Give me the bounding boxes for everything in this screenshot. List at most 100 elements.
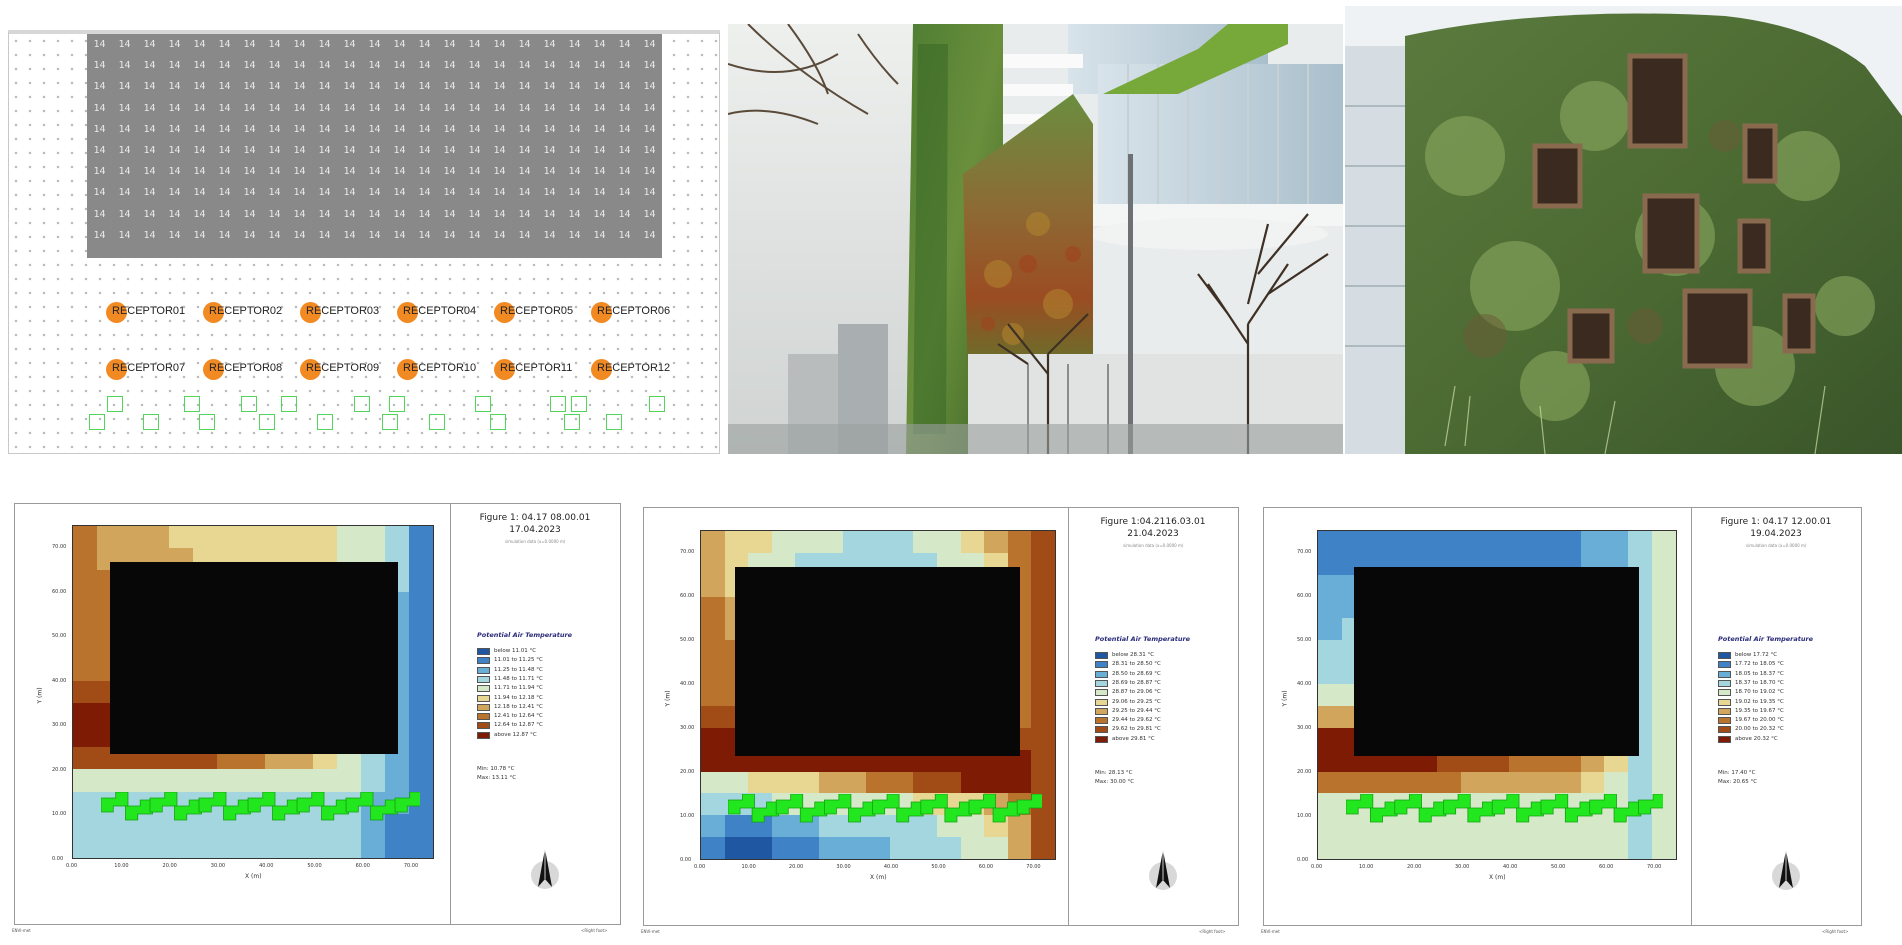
tree-cell bbox=[370, 799, 398, 821]
map-cell bbox=[145, 769, 169, 792]
tree-cell bbox=[776, 794, 804, 815]
tree-cell bbox=[1589, 794, 1617, 815]
building-cell-value: 14 bbox=[243, 166, 256, 178]
legend-swatch bbox=[1718, 689, 1731, 697]
legend-swatch bbox=[1718, 670, 1731, 678]
legend-item: below 11.01 °C bbox=[477, 648, 536, 656]
map-cell bbox=[1652, 727, 1676, 750]
building-cell-value: 14 bbox=[568, 166, 581, 178]
legend-label: 29.25 to 29.44 °C bbox=[1112, 707, 1161, 714]
tree-marker bbox=[199, 414, 215, 430]
map-cell bbox=[361, 526, 385, 549]
building-cell-value: 14 bbox=[268, 123, 281, 135]
map-cell bbox=[937, 837, 961, 859]
legend-label: 19.67 to 20.00 °C bbox=[1735, 717, 1784, 724]
map-cell bbox=[1580, 837, 1605, 859]
tree-marker bbox=[107, 396, 123, 412]
building-cell-value: 14 bbox=[118, 102, 131, 114]
legend-label: 11.48 to 11.71 °C bbox=[494, 675, 543, 682]
map-cell bbox=[866, 837, 890, 859]
building-cell-value: 14 bbox=[543, 60, 556, 72]
map-cell bbox=[1652, 640, 1676, 663]
min-value: Min: 17.40 °C bbox=[1718, 770, 1756, 776]
map-cell bbox=[1652, 705, 1676, 728]
legend-label: above 29.81 °C bbox=[1112, 735, 1155, 742]
building-cell-value: 14 bbox=[318, 60, 331, 72]
legend-swatch bbox=[477, 685, 490, 693]
map-cell bbox=[984, 531, 1008, 553]
map-cell bbox=[1485, 837, 1509, 859]
tree-cell bbox=[896, 801, 925, 823]
footer-left: ENVI-met bbox=[641, 929, 660, 934]
building-cell-value: 14 bbox=[93, 123, 106, 135]
receptor-label: RECEPTOR04 bbox=[403, 305, 477, 317]
map-cell bbox=[313, 526, 337, 549]
map-cell bbox=[1437, 531, 1462, 553]
building-cell-value: 14 bbox=[393, 39, 406, 51]
building-cell-value: 14 bbox=[618, 208, 631, 220]
x-tick-label: 40.00 bbox=[883, 864, 899, 870]
map-cell bbox=[361, 835, 385, 858]
x-tick-label: 40.00 bbox=[1503, 864, 1518, 870]
map-cell bbox=[1556, 771, 1581, 794]
legend-swatch bbox=[477, 666, 490, 674]
map-cell bbox=[1556, 531, 1581, 553]
x-tick-label: 60.00 bbox=[1599, 864, 1614, 870]
map-cell bbox=[1604, 531, 1629, 553]
tree-cell bbox=[824, 794, 852, 815]
map-cell bbox=[1031, 705, 1055, 728]
legend-swatch bbox=[1095, 726, 1108, 734]
map-cell bbox=[169, 769, 193, 792]
y-tick-label: 10.00 bbox=[680, 813, 695, 819]
building-cell-value: 14 bbox=[518, 123, 531, 135]
building-cell-value: 14 bbox=[618, 39, 631, 51]
x-tick-label: 60.00 bbox=[978, 864, 994, 870]
building-cell-value: 14 bbox=[468, 166, 481, 178]
legend-swatch bbox=[1095, 679, 1108, 687]
x-tick-label: 70.00 bbox=[403, 863, 419, 869]
building-cell-value: 14 bbox=[418, 145, 431, 157]
legend-label: 29.06 to 29.25 °C bbox=[1112, 698, 1161, 705]
building-cell-value: 14 bbox=[293, 208, 306, 220]
building-cell-value: 14 bbox=[418, 39, 431, 51]
building-cell-value: 14 bbox=[318, 81, 331, 93]
y-tick-label: 0.00 bbox=[52, 856, 64, 862]
legend-swatch bbox=[1095, 717, 1108, 725]
map-cell bbox=[385, 526, 409, 549]
legend-label: 20.00 to 20.32 °C bbox=[1735, 726, 1784, 733]
map-cell bbox=[724, 837, 749, 859]
building-cell-value: 14 bbox=[643, 60, 656, 72]
figure-subtitle: simulation data (x=0.0000 m) bbox=[1123, 543, 1184, 548]
map-cell bbox=[1341, 837, 1366, 859]
x-axis-label: X (m) bbox=[245, 873, 262, 880]
building-cell-value: 14 bbox=[293, 145, 306, 157]
building-cell-value: 14 bbox=[243, 123, 256, 135]
max-value: Max: 13.11 °C bbox=[477, 775, 517, 781]
building-cell-value: 14 bbox=[568, 187, 581, 199]
map-cell bbox=[771, 531, 796, 553]
map-cell bbox=[217, 769, 241, 792]
y-tick-label: 70.00 bbox=[680, 549, 695, 555]
legend-label: 28.50 to 28.69 °C bbox=[1112, 670, 1161, 677]
map-cell bbox=[1318, 552, 1342, 575]
y-tick-label: 30.00 bbox=[680, 725, 695, 731]
legend-label: 29.62 to 29.81 °C bbox=[1112, 726, 1161, 733]
legend-item: 12.18 to 12.41 °C bbox=[477, 703, 543, 712]
building-cell-value: 14 bbox=[543, 39, 556, 51]
map-cell bbox=[121, 835, 145, 858]
map-cell bbox=[1437, 837, 1462, 859]
building-cell-value: 14 bbox=[393, 166, 406, 178]
building-cell-value: 14 bbox=[518, 229, 531, 241]
legend-item: above 12.87 °C bbox=[477, 731, 537, 740]
building-cell-value: 14 bbox=[243, 60, 256, 72]
map-cell bbox=[217, 526, 241, 549]
building-cell-value: 14 bbox=[643, 145, 656, 157]
building-cell-value: 14 bbox=[193, 102, 206, 114]
map-cell bbox=[73, 636, 97, 659]
map-cell bbox=[1532, 837, 1557, 859]
map-cell bbox=[1031, 749, 1055, 772]
y-tick-label: 60.00 bbox=[52, 588, 67, 595]
legend-label: 11.94 to 12.18 °C bbox=[494, 694, 543, 701]
x-tick-label: 10.00 bbox=[741, 864, 756, 870]
map-cell bbox=[701, 640, 725, 663]
